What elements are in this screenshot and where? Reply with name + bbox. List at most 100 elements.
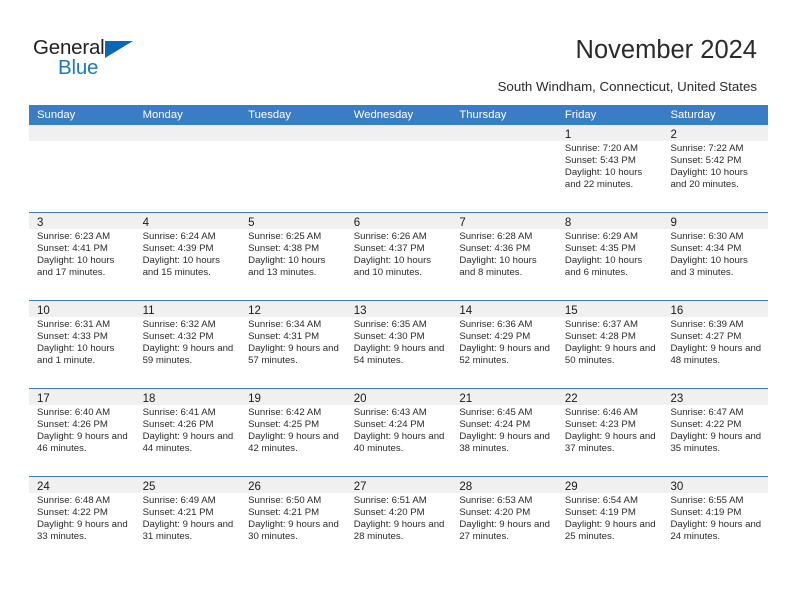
- day-number-band: 19: [240, 389, 346, 405]
- calendar-day-cell[interactable]: 7 Sunrise: 6:28 AM Sunset: 4:36 PM Daylight…: [451, 213, 557, 300]
- day-detail-body: Sunrise: 6:55 AM Sunset: 4:19 PM Daylight:…: [662, 493, 768, 543]
- calendar-day-cell[interactable]: 28 Sunrise: 6:53 AM Sunset: 4:20 PM Dayligh…: [451, 477, 557, 564]
- calendar-day-cell[interactable]: 27 Sunrise: 6:51 AM Sunset: 4:20 PM Dayligh…: [345, 477, 452, 564]
- day-detail-body: Sunrise: 7:20 AM Sunset: 5:43 PM Daylight:…: [557, 141, 663, 191]
- daylight-text: Daylight: 10 hours and 13 minutes.: [248, 254, 326, 278]
- calendar-day-cell[interactable]: 26 Sunrise: 6:50 AM Sunset: 4:21 PM Dayligh…: [240, 477, 346, 564]
- calendar-day-cell[interactable]: 15 Sunrise: 6:37 AM Sunset: 4:28 PM Dayligh…: [556, 301, 663, 388]
- weekday-header-sunday: Sunday: [37, 109, 76, 121]
- day-number-band: 30: [662, 477, 769, 493]
- calendar-day-cell[interactable]: 22 Sunrise: 6:46 AM Sunset: 4:23 PM Dayligh…: [556, 389, 663, 476]
- daylight-text: Daylight: 9 hours and 35 minutes.: [670, 430, 762, 454]
- calendar-day-cell-empty: [451, 125, 557, 212]
- calendar-day-cell[interactable]: 19 Sunrise: 6:42 AM Sunset: 4:25 PM Dayligh…: [240, 389, 346, 476]
- day-number-band: 24: [29, 477, 135, 493]
- day-number-band: 13: [345, 301, 452, 317]
- sunrise-text: Sunrise: 6:51 AM: [353, 495, 427, 506]
- calendar-day-cell[interactable]: 30 Sunrise: 6:55 AM Sunset: 4:19 PM Dayligh…: [662, 477, 769, 564]
- calendar-day-cell[interactable]: 23 Sunrise: 6:47 AM Sunset: 4:22 PM Dayligh…: [662, 389, 769, 476]
- calendar-day-cell[interactable]: 20 Sunrise: 6:43 AM Sunset: 4:24 PM Dayligh…: [345, 389, 452, 476]
- calendar-day-cell-empty: [134, 125, 241, 212]
- weekday-header-friday: Friday: [564, 109, 597, 121]
- weekday-header-thursday: Thursday: [459, 109, 507, 121]
- daylight-text: Daylight: 9 hours and 25 minutes.: [564, 518, 656, 542]
- day-number: 26: [248, 481, 261, 493]
- calendar-day-cell[interactable]: 16 Sunrise: 6:39 AM Sunset: 4:27 PM Dayligh…: [662, 301, 769, 388]
- sunset-text: Sunset: 4:37 PM: [353, 242, 425, 254]
- day-number: 21: [459, 393, 473, 405]
- calendar-day-cell[interactable]: 4 Sunrise: 6:24 AM Sunset: 4:39 PM Daylight…: [134, 213, 241, 300]
- daylight-text: Daylight: 9 hours and 31 minutes.: [142, 518, 234, 542]
- sunrise-text: Sunrise: 6:24 AM: [142, 231, 216, 242]
- calendar-day-cell[interactable]: 10 Sunrise: 6:31 AM Sunset: 4:33 PM Dayligh…: [29, 301, 135, 388]
- calendar-day-cell[interactable]: 6 Sunrise: 6:26 AM Sunset: 4:37 PM Daylight…: [345, 213, 452, 300]
- calendar-day-cell[interactable]: 12 Sunrise: 6:34 AM Sunset: 4:31 PM Dayligh…: [240, 301, 346, 388]
- calendar-day-cell[interactable]: 5 Sunrise: 6:25 AM Sunset: 4:38 PM Daylight…: [240, 213, 346, 300]
- calendar-day-cell[interactable]: 17 Sunrise: 6:40 AM Sunset: 4:26 PM Dayligh…: [29, 389, 135, 476]
- calendar-day-cell[interactable]: 21 Sunrise: 6:45 AM Sunset: 4:24 PM Dayligh…: [451, 389, 557, 476]
- brand-name-blue: Blue: [58, 56, 99, 79]
- weekday-header-tuesday: Tuesday: [248, 109, 292, 121]
- day-detail-body: Sunrise: 6:43 AM Sunset: 4:24 PM Daylight:…: [346, 405, 452, 455]
- day-number: 25: [142, 481, 156, 493]
- day-number-band: 29: [556, 477, 663, 493]
- sunrise-text: Sunrise: 6:45 AM: [459, 407, 533, 418]
- calendar-day-cell[interactable]: 1 Sunrise: 7:20 AM Sunset: 5:43 PM Daylight…: [556, 125, 663, 212]
- day-number-band: 8: [556, 213, 663, 229]
- sunrise-text: Sunrise: 6:48 AM: [37, 495, 111, 506]
- day-number: 7: [459, 217, 466, 229]
- day-detail-body: Sunrise: 6:25 AM Sunset: 4:38 PM Daylight:…: [240, 229, 346, 279]
- calendar-day-cell[interactable]: 29 Sunrise: 6:54 AM Sunset: 4:19 PM Dayligh…: [556, 477, 663, 564]
- calendar-day-cell[interactable]: 18 Sunrise: 6:41 AM Sunset: 4:26 PM Dayligh…: [134, 389, 241, 476]
- sunrise-text: Sunrise: 6:31 AM: [37, 319, 111, 330]
- day-number-band: 7: [451, 213, 557, 229]
- day-number: 24: [37, 481, 50, 493]
- day-detail-body: Sunrise: 6:37 AM Sunset: 4:28 PM Daylight:…: [557, 317, 663, 367]
- sunset-text: Sunset: 4:31 PM: [248, 330, 320, 342]
- day-number-band: 6: [345, 213, 452, 229]
- day-number-band: 15: [556, 301, 663, 317]
- daylight-text: Daylight: 9 hours and 27 minutes.: [459, 518, 550, 542]
- day-number-band: 21: [451, 389, 557, 405]
- daylight-text: Daylight: 9 hours and 40 minutes.: [353, 430, 445, 454]
- calendar-day-cell[interactable]: 8 Sunrise: 6:29 AM Sunset: 4:35 PM Daylight…: [556, 213, 663, 300]
- day-number-band: 25: [134, 477, 241, 493]
- day-number: 27: [353, 481, 367, 493]
- sunrise-text: Sunrise: 6:46 AM: [564, 407, 638, 418]
- sunset-text: Sunset: 4:33 PM: [37, 330, 108, 342]
- calendar-day-cell[interactable]: 24 Sunrise: 6:48 AM Sunset: 4:22 PM Dayligh…: [29, 477, 135, 564]
- day-number: 23: [670, 393, 684, 405]
- calendar-day-cell[interactable]: 11 Sunrise: 6:32 AM Sunset: 4:32 PM Dayligh…: [134, 301, 241, 388]
- sunrise-text: Sunrise: 6:53 AM: [459, 495, 533, 506]
- page-header: General Blue November 2024 South Windham…: [0, 0, 792, 100]
- sunrise-text: Sunrise: 6:32 AM: [142, 319, 216, 330]
- calendar-day-cell[interactable]: 3 Sunrise: 6:23 AM Sunset: 4:41 PM Daylight…: [29, 213, 135, 300]
- daylight-text: Daylight: 10 hours and 3 minutes.: [670, 254, 748, 278]
- day-detail-body: Sunrise: 6:31 AM Sunset: 4:33 PM Daylight:…: [29, 317, 135, 367]
- brand-logo[interactable]: General Blue: [33, 36, 163, 82]
- weekday-header-row: Sunday Monday Tuesday Wednesday Thursday Frid…: [29, 105, 768, 125]
- sunrise-text: Sunrise: 6:30 AM: [670, 231, 744, 242]
- calendar-day-cell[interactable]: 25 Sunrise: 6:49 AM Sunset: 4:21 PM Dayligh…: [134, 477, 241, 564]
- sunrise-text: Sunrise: 6:35 AM: [353, 319, 427, 330]
- calendar-day-cell[interactable]: 9 Sunrise: 6:30 AM Sunset: 4:34 PM Daylight…: [662, 213, 769, 300]
- day-number-band: 4: [134, 213, 241, 229]
- day-number: 17: [37, 393, 50, 405]
- day-number: 5: [248, 217, 255, 229]
- day-number: 15: [564, 305, 578, 317]
- sunrise-text: Sunrise: 6:40 AM: [37, 407, 111, 418]
- day-detail-body: Sunrise: 6:46 AM Sunset: 4:23 PM Daylight:…: [557, 405, 663, 455]
- day-number-band: 17: [29, 389, 135, 405]
- calendar-day-cell[interactable]: 14 Sunrise: 6:36 AM Sunset: 4:29 PM Dayligh…: [451, 301, 557, 388]
- day-number-band: [345, 125, 452, 141]
- calendar-week-row: 17 Sunrise: 6:40 AM Sunset: 4:26 PM Dayligh…: [29, 388, 769, 476]
- day-number: 3: [37, 217, 44, 229]
- day-detail-body: Sunrise: 6:36 AM Sunset: 4:29 PM Daylight:…: [451, 317, 557, 367]
- day-number: 19: [248, 393, 261, 405]
- day-number-band: 27: [345, 477, 452, 493]
- day-detail-body: Sunrise: 6:42 AM Sunset: 4:25 PM Daylight:…: [240, 405, 346, 455]
- sunset-text: Sunset: 5:43 PM: [564, 154, 636, 166]
- day-detail-body: Sunrise: 7:22 AM Sunset: 5:42 PM Daylight:…: [662, 141, 768, 191]
- calendar-day-cell[interactable]: 2 Sunrise: 7:22 AM Sunset: 5:42 PM Daylight…: [662, 125, 769, 212]
- calendar-day-cell[interactable]: 13 Sunrise: 6:35 AM Sunset: 4:30 PM Dayligh…: [345, 301, 452, 388]
